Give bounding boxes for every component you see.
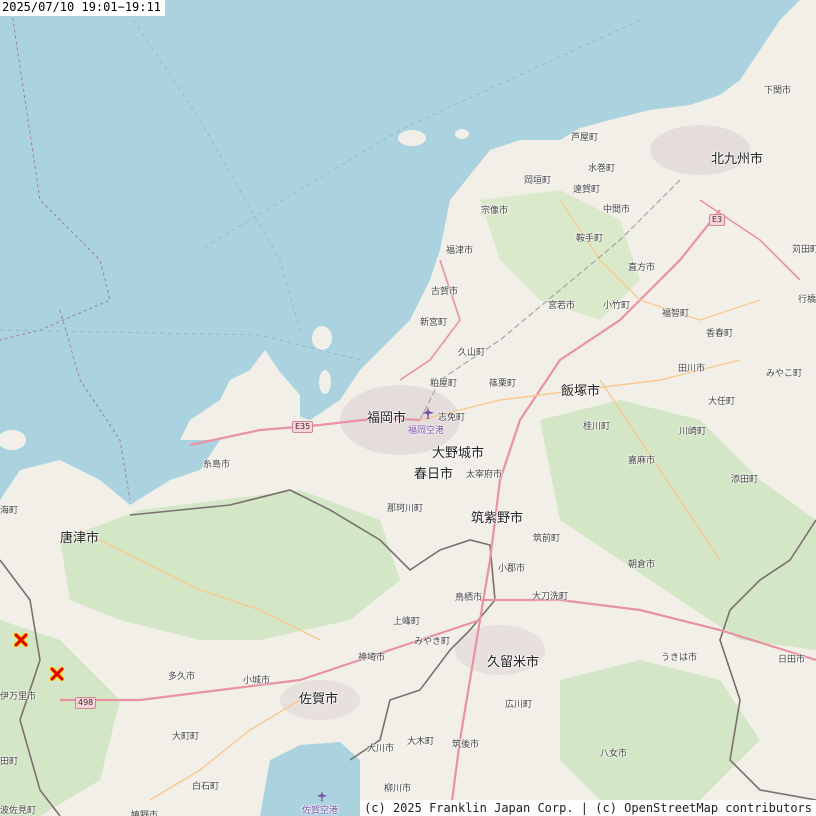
- label-hita: 日田市: [778, 655, 806, 665]
- island-shikanoshima: [312, 326, 332, 350]
- label-chikushino: 筑紫野市: [471, 511, 524, 526]
- island-nokonoshima: [319, 370, 331, 394]
- label-hirokawa: 広川町: [505, 700, 533, 710]
- label-ashiya: 芦屋町: [571, 133, 599, 143]
- label-yukuhashi: 行橋: [798, 295, 816, 305]
- label-fukuchi: 福智町: [662, 309, 690, 319]
- label-munakata: 宗像市: [481, 206, 509, 216]
- label-nogata: 直方市: [628, 263, 656, 273]
- label-okagaki: 岡垣町: [524, 176, 552, 186]
- route-shield-498: 498: [75, 697, 97, 709]
- label-kitakyushu: 北九州市: [711, 152, 764, 167]
- label-shiroishi: 白石町: [192, 782, 220, 792]
- label-fukuoka: 福岡市: [367, 411, 407, 426]
- label-ogori: 小郡市: [498, 564, 526, 574]
- label-yame: 八女市: [600, 749, 628, 759]
- x-marker-icon[interactable]: [14, 633, 28, 647]
- label-ureshino: 嬉野市: [131, 811, 159, 816]
- label-miyawaka: 宮若市: [548, 301, 576, 311]
- label-tachiarai: 大刀洗町: [532, 592, 569, 602]
- label-miyako: みやこ町: [766, 369, 803, 379]
- label-kanda: 苅田町: [792, 245, 816, 255]
- label-imari: 伊万里市: [0, 692, 37, 702]
- label-kama: 嘉麻市: [628, 456, 656, 466]
- label-ukiha: うきは市: [661, 653, 698, 663]
- label-kawasaki: 川崎町: [679, 427, 707, 437]
- label-kamimine: 上峰町: [393, 617, 421, 627]
- label-sasaguri: 篠栗町: [489, 379, 517, 389]
- label-onga: 遠賀町: [573, 185, 601, 195]
- label-oto: 大任町: [708, 397, 736, 407]
- label-okawa: 大川市: [367, 744, 395, 754]
- map-base: [0, 0, 816, 816]
- label-onojo: 大野城市: [432, 446, 485, 461]
- label-soeda: 添田町: [731, 475, 759, 485]
- label-oki: 大木町: [407, 737, 435, 747]
- attribution-label: (c) 2025 Franklin Japan Corp. | (c) Open…: [360, 800, 816, 816]
- label-kanzaki: 神埼市: [358, 653, 386, 663]
- label-tosu: 鳥栖市: [455, 593, 483, 603]
- label-taku: 多久市: [168, 672, 196, 682]
- label-kawara: 香春町: [706, 329, 734, 339]
- label-tagawa: 田川市: [678, 364, 706, 374]
- timestamp-label: 2025/07/10 19:01−19:11: [0, 0, 165, 16]
- label-itoshima: 糸島市: [203, 460, 231, 470]
- label-shingu: 新宮町: [420, 318, 448, 328]
- label-fukutsu: 福津市: [446, 246, 474, 256]
- airport-icon: [422, 407, 434, 419]
- x-marker-icon[interactable]: [50, 667, 64, 681]
- label-mizumaki: 水巻町: [588, 164, 616, 174]
- label-dazaifu: 太宰府市: [466, 470, 503, 480]
- label-shime: 志免町: [438, 413, 466, 423]
- label-koga: 古賀市: [431, 287, 459, 297]
- label-asakura: 朝倉市: [628, 560, 656, 570]
- label-ogi: 小城市: [243, 676, 271, 686]
- label-fukuoka-airport: 福岡空港: [408, 426, 445, 436]
- label-kurume: 久留米市: [487, 655, 540, 670]
- label-kasuga: 春日市: [414, 467, 454, 482]
- label-saga-airport: 佐賀空港: [302, 806, 339, 816]
- label-hasami: 波佐見町: [0, 806, 37, 816]
- label-yanagawa: 柳川市: [384, 784, 412, 794]
- label-hisayama: 久山町: [458, 348, 486, 358]
- label-arita: 田町: [0, 757, 19, 767]
- label-iizuka: 飯塚市: [561, 384, 601, 399]
- label-miyaki: みやき町: [414, 637, 451, 647]
- label-shimonoseki: 下関市: [764, 86, 792, 96]
- label-chikuzen: 筑前町: [533, 534, 561, 544]
- island-oshima: [398, 130, 426, 146]
- label-keisen: 桂川町: [583, 422, 611, 432]
- label-saga: 佐賀市: [299, 692, 339, 707]
- label-kasuya: 粕屋町: [430, 379, 458, 389]
- label-genkai: 海町: [0, 506, 19, 516]
- label-nakama: 中間市: [603, 205, 631, 215]
- label-kurate: 鞍手町: [576, 234, 604, 244]
- island-ainoshima: [455, 129, 469, 139]
- label-kotake: 小竹町: [603, 301, 631, 311]
- airport-icon-saga: [316, 790, 328, 802]
- route-shield-e3: E3: [709, 214, 726, 226]
- label-omachi: 大町町: [172, 732, 200, 742]
- route-shield-e35: E35: [292, 421, 314, 433]
- label-karatsu: 唐津市: [60, 531, 100, 546]
- map-canvas[interactable]: 下関市 北九州市 芦屋町 水巻町 岡垣町 遠賀町 宗像市 中間市 鞍手町 苅田町…: [0, 0, 816, 816]
- label-chikugo: 筑後市: [452, 740, 480, 750]
- label-nakagawa: 那珂川町: [387, 504, 424, 514]
